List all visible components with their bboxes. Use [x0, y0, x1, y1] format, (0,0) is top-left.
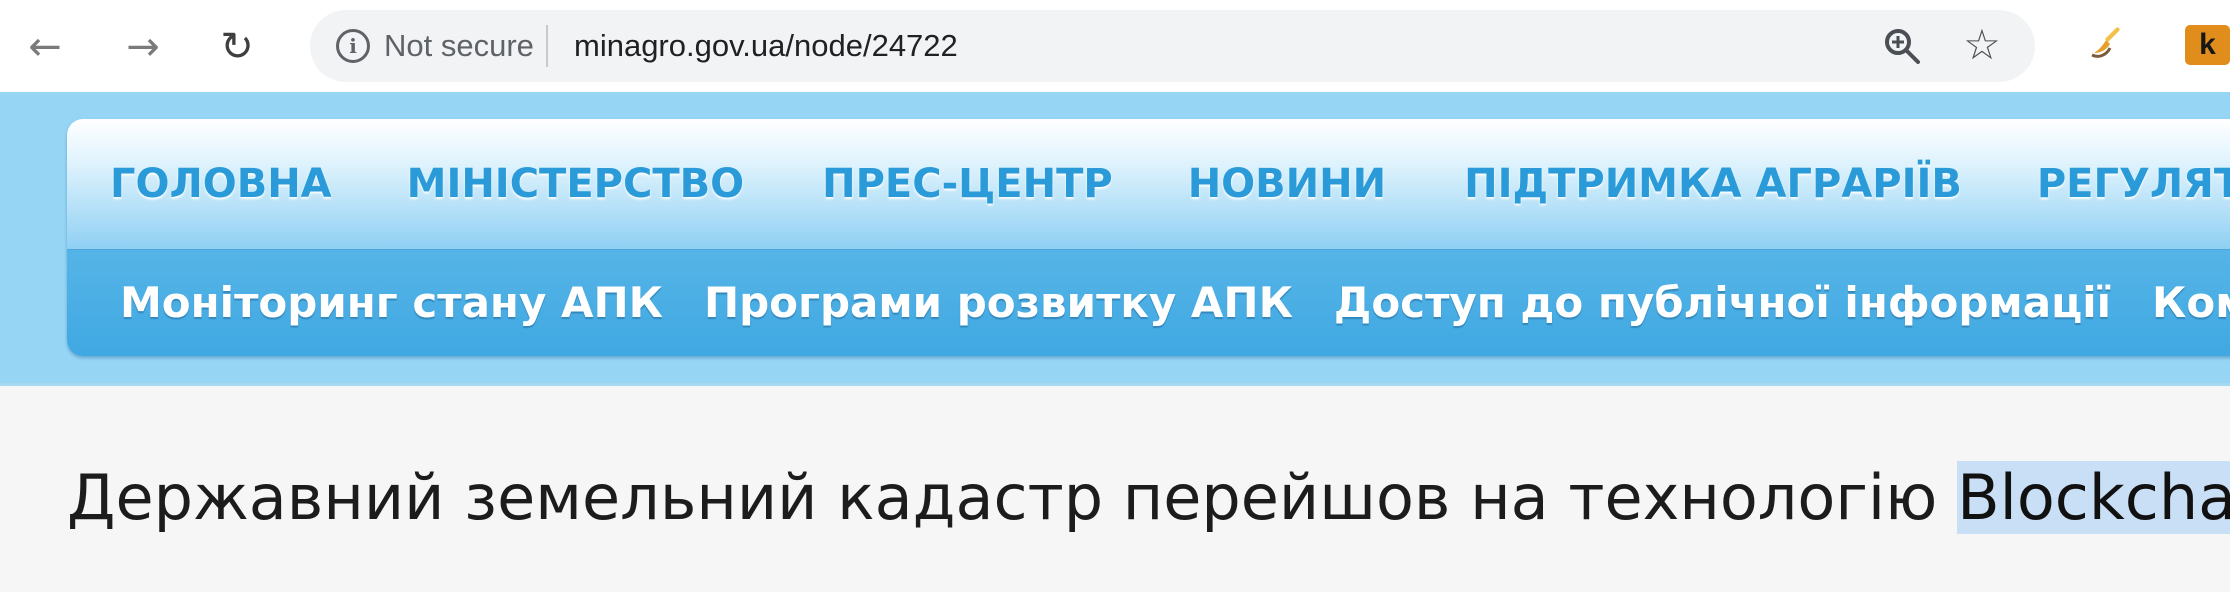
zoom-in-icon[interactable] — [1882, 26, 1922, 66]
main-menu-news[interactable]: НОВИНИ — [1146, 119, 1420, 250]
arrow-right-icon: → — [126, 24, 160, 70]
site-navigation: ГОЛОВНА МІНІСТЕРСТВО ПРЕС-ЦЕНТР НОВИНИ П… — [67, 119, 2230, 356]
arrow-left-icon: ← — [28, 24, 62, 70]
secondary-menu-to-whom[interactable]: Кому — [2152, 273, 2230, 333]
secondary-menu: Моніторинг стану АПК Програми розвитку А… — [67, 250, 2230, 356]
site-header: ГОЛОВНА МІНІСТЕРСТВО ПРЕС-ЦЕНТР НОВИНИ П… — [0, 92, 2230, 386]
k-extension-label: k — [2199, 28, 2216, 61]
main-menu: ГОЛОВНА МІНІСТЕРСТВО ПРЕС-ЦЕНТР НОВИНИ П… — [67, 119, 2230, 250]
main-menu-farmer-support[interactable]: ПІДТРИМКА АГРАРІЇВ — [1420, 119, 1993, 250]
paint-extension-icon[interactable] — [2086, 22, 2126, 62]
k-extension-icon[interactable]: k — [2185, 25, 2230, 65]
secondary-menu-programs[interactable]: Програми розвитку АПК — [704, 273, 1293, 333]
reload-button[interactable]: ↻ — [210, 20, 264, 74]
secondary-menu-public-information[interactable]: Доступ до публічної інформації — [1334, 273, 2111, 333]
reload-icon: ↻ — [220, 24, 254, 70]
forward-button[interactable]: → — [116, 20, 170, 74]
address-divider — [546, 25, 548, 67]
url-text[interactable]: minagro.gov.ua/node/24722 — [574, 28, 958, 64]
address-bar[interactable]: i Not secure minagro.gov.ua/node/24722 ☆ — [310, 10, 2035, 82]
secondary-menu-monitoring[interactable]: Моніторинг стану АПК — [120, 273, 663, 333]
star-icon[interactable]: ☆ — [1960, 23, 2004, 67]
main-menu-ministry[interactable]: МІНІСТЕРСТВО — [363, 119, 778, 250]
article-content: Державний земельний кадастр перейшов на … — [0, 386, 2230, 592]
page-title-prefix: Державний земельний кадастр перейшов на … — [67, 461, 1958, 534]
browser-toolbar: ← → ↻ i Not secure minagro.gov.ua/node/2… — [0, 0, 2230, 92]
main-menu-regulator[interactable]: РЕГУЛЯТОР — [1993, 119, 2230, 250]
back-button[interactable]: ← — [18, 20, 72, 74]
security-status[interactable]: Not secure — [384, 28, 534, 64]
highlighted-title-word: Blockchain — [1957, 461, 2230, 534]
main-menu-press-center[interactable]: ПРЕС-ЦЕНТР — [778, 119, 1146, 250]
info-circle-icon[interactable]: i — [336, 29, 370, 63]
main-menu-home[interactable]: ГОЛОВНА — [67, 119, 363, 250]
page-title: Державний земельний кадастр перейшов на … — [67, 457, 2230, 539]
